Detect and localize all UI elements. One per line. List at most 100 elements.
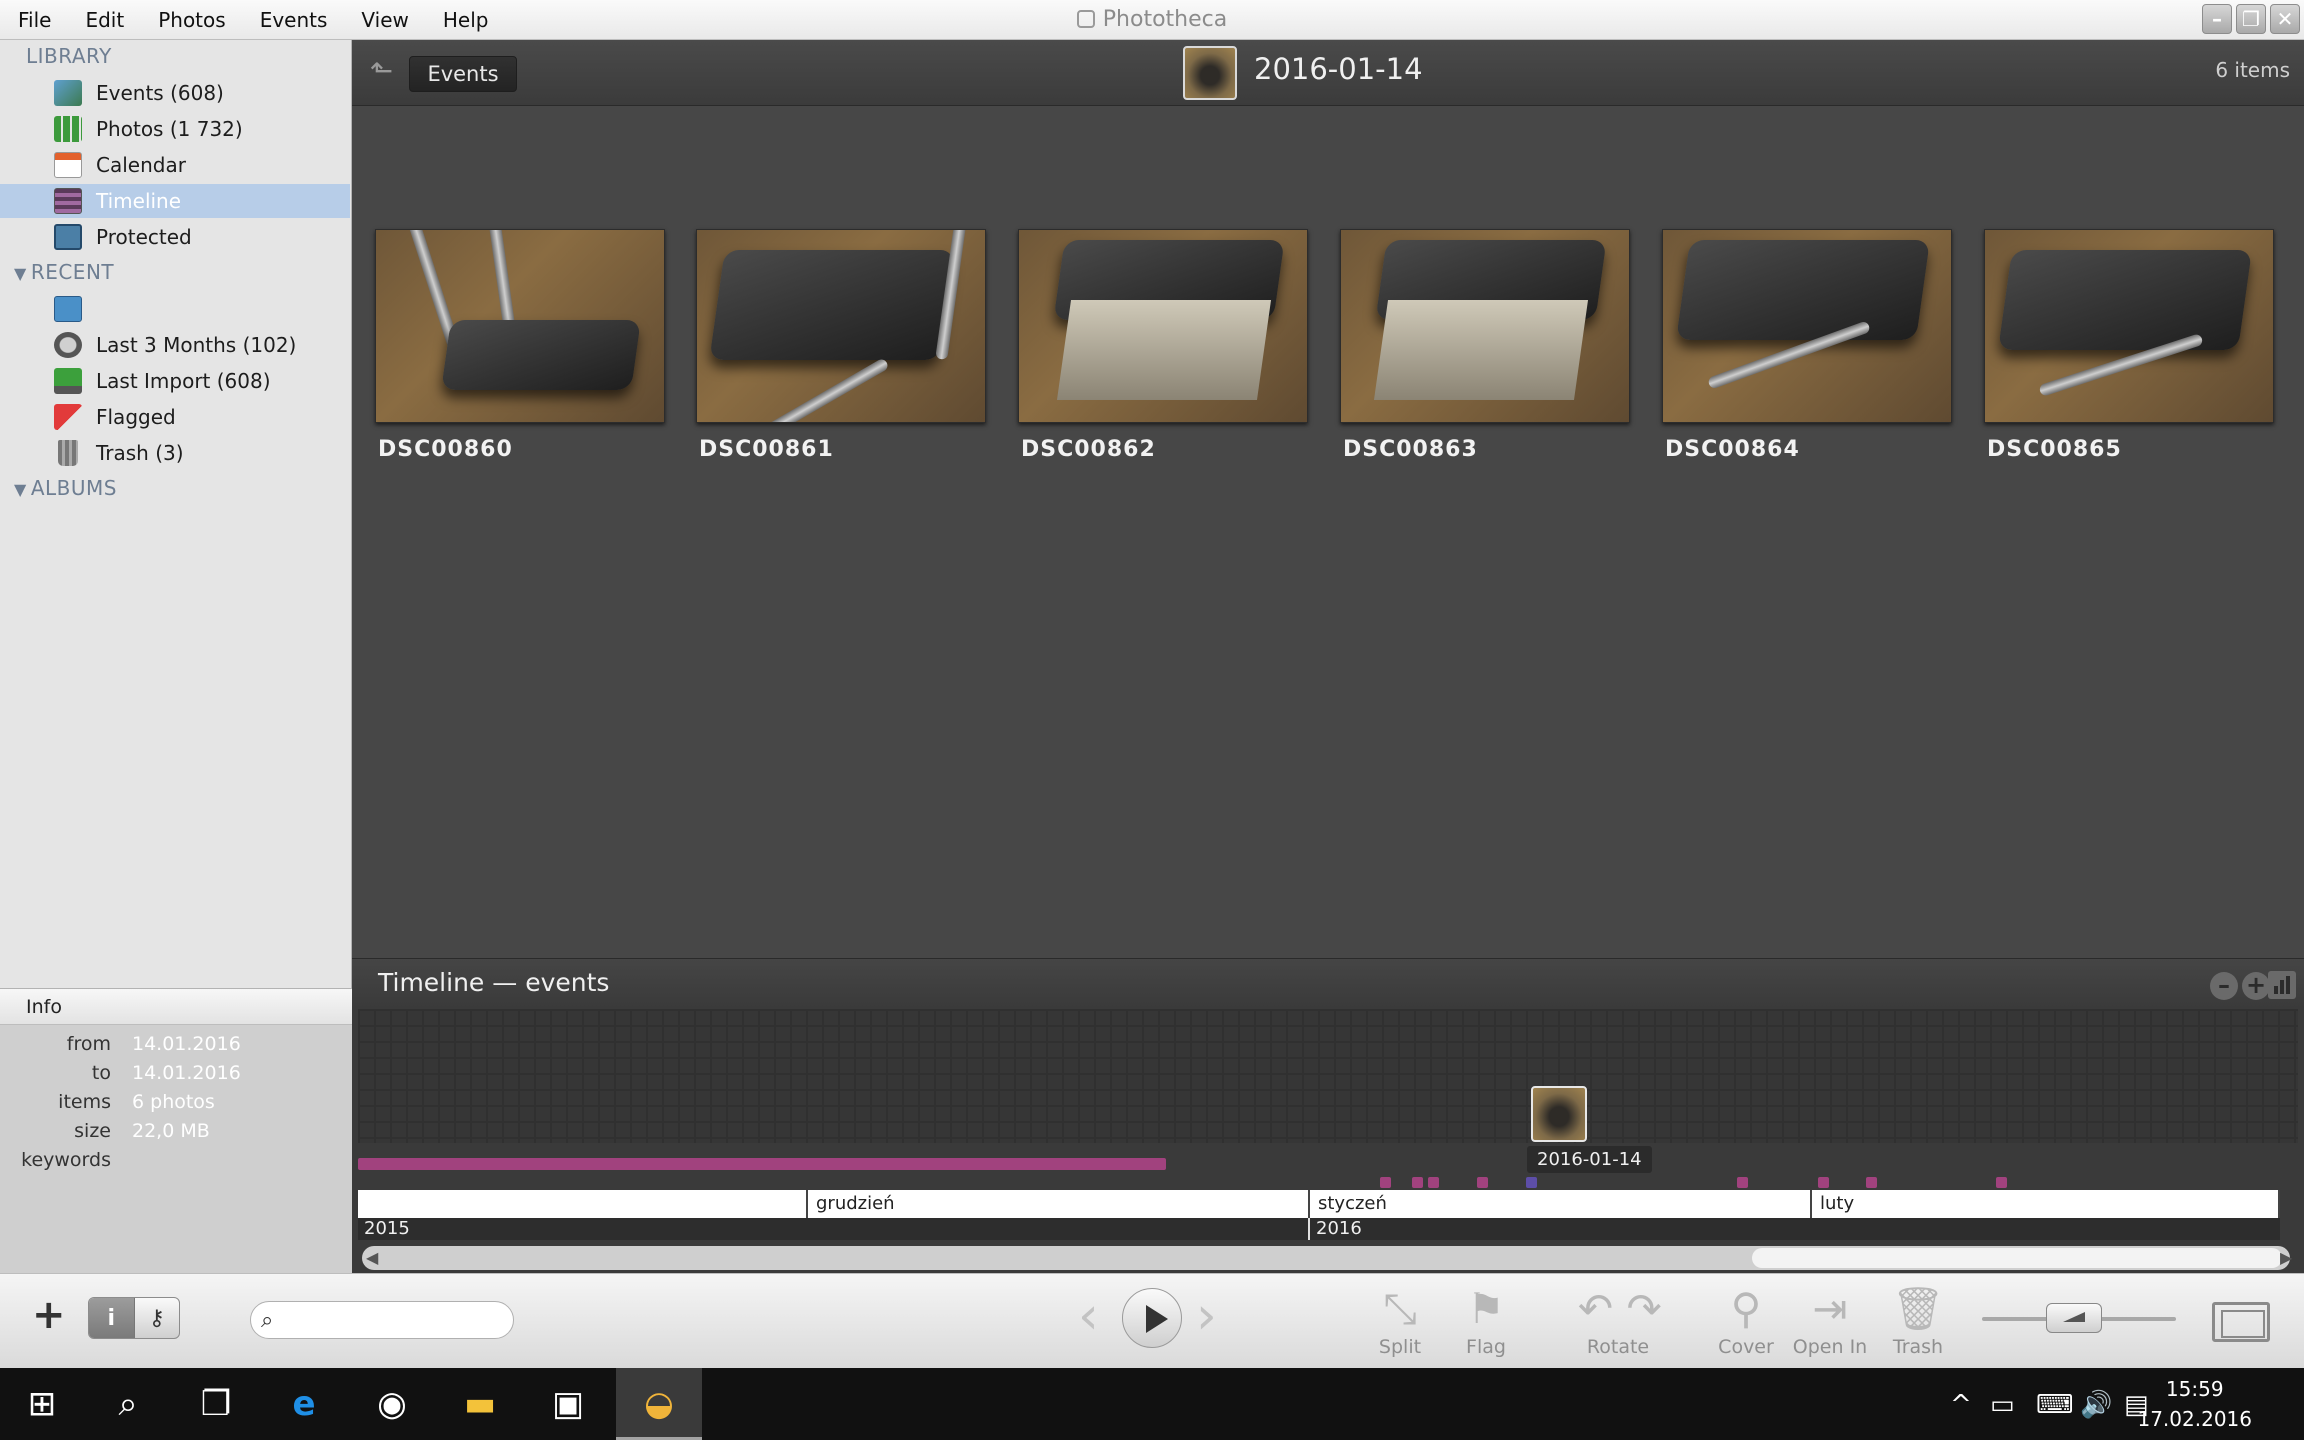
volume-icon[interactable]: 🔊 — [2080, 1390, 2112, 1420]
menu-photos[interactable]: Photos — [158, 8, 225, 32]
info-keyword-toggle: i ⚷ — [88, 1297, 180, 1339]
sidebar-item-last-import[interactable]: Last Import (608) — [0, 364, 350, 398]
photo-tile[interactable]: DSC00863 — [1340, 229, 1630, 462]
timeline-range-bar[interactable] — [358, 1158, 1166, 1170]
rotate-icon: ↶ ↷ — [1578, 1284, 1662, 1333]
year-label: 2016 — [1308, 1218, 1362, 1240]
timeline-event-marker[interactable] — [1428, 1177, 1439, 1188]
phototheca-app-icon: ◒ — [644, 1384, 674, 1424]
previous-icon[interactable]: ‹ — [1078, 1290, 1099, 1342]
zoom-in-icon[interactable]: + — [2242, 972, 2270, 1000]
store-icon[interactable]: ▣ — [544, 1380, 592, 1428]
events-back-button[interactable]: Events — [409, 56, 517, 92]
menu-view[interactable]: View — [361, 8, 408, 32]
scroll-right-icon[interactable]: ▶ — [2280, 1248, 2292, 1267]
protected-icon — [54, 224, 82, 250]
calendar-icon — [54, 152, 82, 178]
bottom-toolbar: + i ⚷ ⌕ ‹ › ⤡ Split ⚑ Flag ↶ ↷ Rotate ⚲ … — [0, 1273, 2304, 1368]
file-explorer-icon[interactable]: ▬ — [456, 1380, 504, 1428]
info-row-keywords: keywords — [0, 1149, 352, 1177]
sidebar-item-timeline[interactable]: Timeline — [0, 184, 350, 218]
next-icon[interactable]: › — [1196, 1290, 1217, 1342]
trash-button[interactable]: 🗑 Trash — [1878, 1284, 1958, 1358]
photo-tile[interactable]: DSC00860 — [375, 229, 665, 462]
rotate-button[interactable]: ↶ ↷ Rotate — [1578, 1284, 1662, 1358]
search-icon[interactable]: ⌕ — [104, 1380, 152, 1428]
photo-tile[interactable]: DSC00865 — [1984, 229, 2274, 462]
app-window: File Edit Photos Events View Help Photot… — [0, 0, 2304, 1440]
network-icon[interactable]: ⌨ — [2036, 1390, 2074, 1420]
sidebar-item-protected[interactable]: Protected — [0, 220, 350, 254]
add-album-button[interactable]: + — [32, 1292, 66, 1338]
phototheca-taskbar-button[interactable]: ◒ — [616, 1368, 702, 1440]
timeline-event-marker[interactable] — [1477, 1177, 1488, 1188]
photo-thumbnail[interactable] — [1340, 229, 1630, 423]
timeline-event-marker[interactable] — [1866, 1177, 1877, 1188]
app-logo-icon — [1076, 10, 1095, 28]
photo-tile[interactable]: DSC00862 — [1018, 229, 1308, 462]
photo-thumbnail[interactable] — [1662, 229, 1952, 423]
slideshow-play-button[interactable] — [1122, 1288, 1182, 1348]
photo-tile[interactable]: DSC00864 — [1662, 229, 1952, 462]
tray-chevron-icon[interactable]: ^ — [1950, 1390, 1972, 1420]
minimize-button[interactable]: – — [2202, 4, 2232, 34]
flag-icon — [54, 404, 82, 430]
library-header: LIBRARY — [26, 44, 112, 68]
sidebar-item-events[interactable]: Events (608) — [0, 76, 350, 110]
photo-thumbnail[interactable] — [696, 229, 986, 423]
timeline-event-marker[interactable] — [1380, 1177, 1391, 1188]
menu-edit[interactable]: Edit — [85, 8, 124, 32]
menu-bar: File Edit Photos Events View Help Photot… — [0, 0, 2304, 40]
sidebar-item-recent-edit[interactable] — [0, 292, 350, 326]
photo-tile[interactable]: DSC00861 — [696, 229, 986, 462]
menu-events[interactable]: Events — [260, 8, 328, 32]
flag-button[interactable]: ⚑ Flag — [1446, 1284, 1526, 1358]
histogram-icon[interactable] — [2268, 971, 2296, 999]
open-in-button[interactable]: ⇥ Open In — [1790, 1284, 1870, 1358]
sidebar-item-last-3-months[interactable]: Last 3 Months (102) — [0, 328, 350, 362]
photo-thumbnail[interactable] — [1984, 229, 2274, 423]
windows-start-icon[interactable]: ⊞ — [18, 1380, 66, 1428]
search-input[interactable] — [289, 1306, 499, 1334]
timeline-event-marker-selected[interactable] — [1526, 1177, 1537, 1188]
timeline-event-marker[interactable] — [1818, 1177, 1829, 1188]
keywords-toggle-button[interactable]: ⚷ — [135, 1298, 180, 1338]
timeline-event-thumbnail[interactable] — [1531, 1086, 1587, 1142]
photo-thumbnail[interactable] — [1018, 229, 1308, 423]
fullscreen-icon[interactable] — [2212, 1302, 2270, 1342]
sidebar-item-calendar[interactable]: Calendar — [0, 148, 350, 182]
split-button[interactable]: ⤡ Split — [1360, 1284, 1440, 1358]
info-value: 22,0 MB — [132, 1120, 210, 1142]
menu-help[interactable]: Help — [443, 8, 489, 32]
sidebar-item-label: Protected — [96, 225, 192, 249]
sidebar-item-trash[interactable]: Trash (3) — [0, 436, 350, 470]
system-clock[interactable]: 15:59 17.02.2016 — [2137, 1374, 2252, 1434]
sidebar-item-photos[interactable]: Photos (1 732) — [0, 112, 350, 146]
trash-icon: 🗑 — [1891, 1284, 1945, 1333]
zoom-out-icon[interactable]: – — [2210, 972, 2238, 1000]
info-row-items: items 6 photos — [0, 1091, 352, 1119]
menu-file[interactable]: File — [18, 8, 51, 32]
sidebar-item-flagged[interactable]: Flagged — [0, 400, 350, 434]
steam-icon[interactable]: ◉ — [368, 1380, 416, 1428]
albums-header[interactable]: ▼ ALBUMS — [14, 476, 117, 500]
back-arrow-icon[interactable]: ⬑ — [370, 57, 402, 86]
recent-header[interactable]: ▼ RECENT — [14, 260, 114, 284]
timeline-event-marker[interactable] — [1412, 1177, 1423, 1188]
scroll-left-icon[interactable]: ◀ — [366, 1248, 378, 1267]
search-field: ⌕ — [250, 1301, 514, 1339]
task-view-icon[interactable]: ❐ — [192, 1380, 240, 1428]
timeline-event-marker[interactable] — [1996, 1177, 2007, 1188]
battery-icon[interactable]: ▭ — [1990, 1390, 2015, 1420]
sidebar: LIBRARY Events (608) Photos (1 732) Cale… — [0, 40, 352, 1313]
photo-thumbnail[interactable] — [375, 229, 665, 423]
info-toggle-button[interactable]: i — [89, 1298, 135, 1338]
cover-button[interactable]: ⚲ Cover — [1706, 1284, 1786, 1358]
timeline-scrollbar-thumb[interactable] — [1752, 1248, 2282, 1268]
timeline-event-marker[interactable] — [1737, 1177, 1748, 1188]
restore-button[interactable]: ❐ — [2236, 4, 2266, 34]
timeline-grid[interactable] — [358, 1009, 2298, 1143]
close-button[interactable]: ✕ — [2270, 4, 2300, 34]
thumbnail-size-slider-knob[interactable] — [2046, 1303, 2102, 1333]
edge-browser-icon[interactable]: e — [280, 1380, 328, 1428]
